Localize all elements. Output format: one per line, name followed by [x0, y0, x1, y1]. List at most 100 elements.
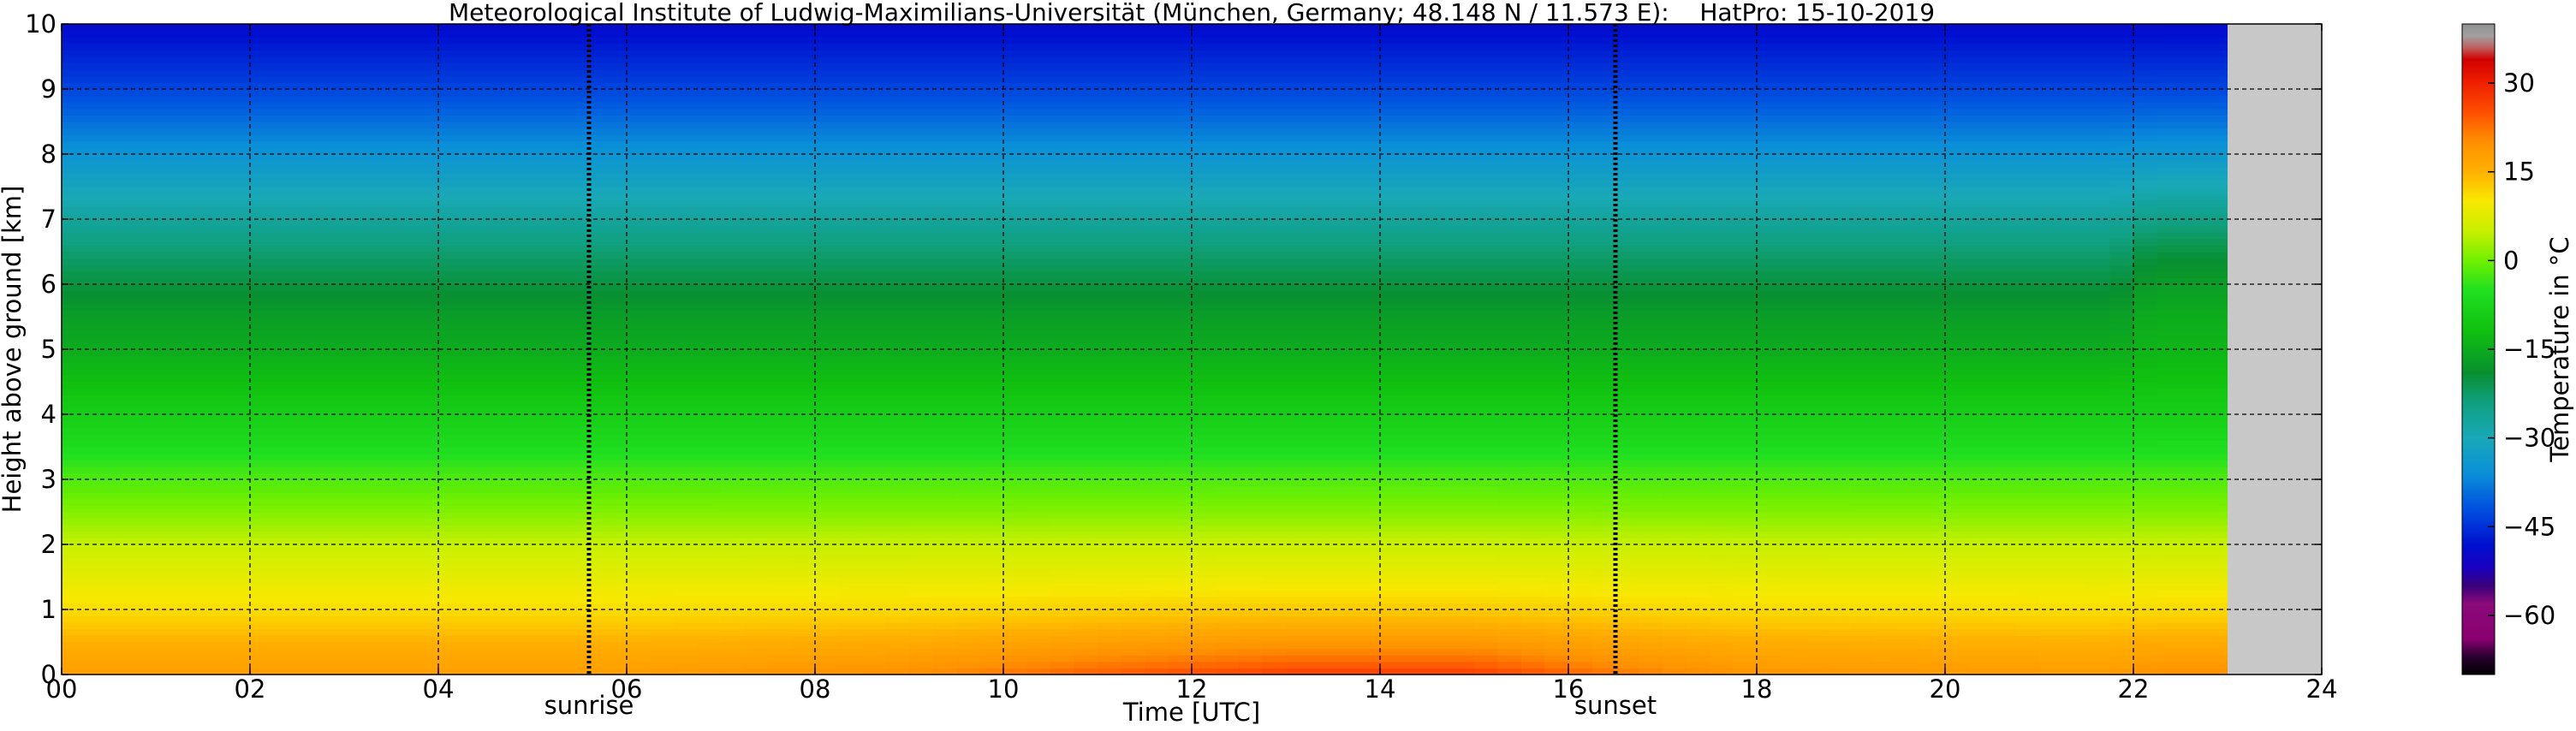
heatmap-cell	[509, 69, 533, 77]
heatmap-cell	[838, 505, 863, 513]
heatmap-cell	[203, 512, 228, 520]
heatmap-cell	[485, 140, 510, 148]
heatmap-cell	[391, 570, 416, 578]
heatmap-cell	[885, 427, 910, 435]
heatmap-cell	[556, 108, 580, 116]
heatmap-cell	[650, 102, 675, 110]
heatmap-cell	[1074, 355, 1098, 363]
heatmap-cell	[627, 154, 651, 162]
heatmap-cell	[132, 388, 157, 395]
heatmap-cell	[320, 570, 345, 578]
heatmap-cell	[815, 62, 840, 70]
heatmap-cell	[1121, 30, 1145, 38]
heatmap-cell	[461, 284, 486, 292]
heatmap-cell	[250, 225, 275, 233]
heatmap-cell	[556, 212, 580, 220]
heatmap-cell	[438, 50, 463, 57]
heatmap-cell	[1215, 557, 1240, 565]
heatmap-cell	[744, 544, 769, 552]
heatmap-cell	[1192, 245, 1217, 253]
heatmap-cell	[744, 401, 769, 408]
heatmap-cell	[979, 453, 1004, 461]
heatmap-cell	[815, 95, 840, 103]
heatmap-cell	[485, 479, 510, 487]
heatmap-cell	[932, 330, 957, 337]
heatmap-cell	[414, 238, 439, 246]
heatmap-cell	[1098, 303, 1122, 311]
heatmap-cell	[838, 187, 863, 194]
heatmap-cell	[815, 362, 840, 370]
heatmap-cell	[862, 303, 887, 311]
heatmap-cell	[580, 323, 604, 330]
heatmap-cell	[485, 583, 510, 591]
heatmap-cell	[744, 102, 769, 110]
heatmap-cell	[674, 336, 699, 343]
heatmap-cell	[250, 433, 275, 441]
heatmap-cell	[791, 368, 816, 376]
heatmap-cell	[603, 115, 628, 122]
heatmap-cell	[391, 531, 416, 538]
heatmap-cell	[273, 193, 298, 200]
heatmap-cell	[132, 317, 157, 324]
heatmap-cell	[1168, 258, 1193, 265]
heatmap-cell	[1145, 128, 1169, 135]
heatmap-cell	[1026, 50, 1051, 57]
heatmap-cell	[509, 642, 533, 650]
heatmap-cell	[132, 544, 157, 552]
heatmap-cell	[109, 395, 134, 402]
heatmap-cell	[721, 75, 746, 83]
heatmap-cell	[344, 525, 369, 532]
heatmap-cell	[1074, 525, 1098, 532]
heatmap-cell	[109, 62, 134, 70]
heatmap-cell	[250, 466, 275, 473]
heatmap-cell	[344, 284, 369, 292]
heatmap-cell	[556, 252, 580, 259]
heatmap-cell	[62, 460, 86, 467]
heatmap-cell	[1003, 349, 1028, 357]
heatmap-cell	[250, 635, 275, 643]
heatmap-cell	[838, 583, 863, 591]
heatmap-cell	[1215, 264, 1240, 272]
heatmap-cell	[1121, 557, 1145, 565]
heatmap-cell	[1192, 69, 1217, 77]
heatmap-cell	[179, 140, 204, 148]
heatmap-cell	[203, 453, 228, 461]
heatmap-cell	[979, 140, 1004, 148]
heatmap-cell	[862, 615, 887, 623]
heatmap-cell	[509, 492, 533, 500]
heatmap-cell	[391, 330, 416, 337]
heatmap-cell	[414, 252, 439, 259]
heatmap-cell	[391, 297, 416, 305]
heatmap-cell	[1121, 498, 1145, 506]
heatmap-cell	[932, 427, 957, 435]
heatmap-cell	[532, 154, 557, 162]
heatmap-cell	[1121, 433, 1145, 441]
heatmap-cell	[344, 95, 369, 103]
heatmap-cell	[885, 596, 910, 603]
heatmap-cell	[62, 388, 86, 395]
heatmap-cell	[391, 43, 416, 51]
heatmap-cell	[627, 50, 651, 57]
heatmap-cell	[580, 440, 604, 448]
heatmap-cell	[179, 270, 204, 278]
heatmap-cell	[627, 401, 651, 408]
heatmap-cell	[909, 56, 934, 64]
heatmap-cell	[391, 485, 416, 493]
heatmap-cell	[156, 453, 181, 461]
heatmap-cell	[885, 102, 910, 110]
heatmap-cell	[697, 219, 722, 227]
heatmap-cell	[1074, 609, 1098, 617]
heatmap-cell	[768, 583, 793, 591]
heatmap-cell	[862, 102, 887, 110]
heatmap-cell	[815, 505, 840, 513]
heatmap-cell	[391, 615, 416, 623]
heatmap-cell	[297, 531, 322, 538]
heatmap-cell	[203, 485, 228, 493]
heatmap-cell	[932, 140, 957, 148]
heatmap-cell	[109, 479, 134, 487]
heatmap-cell	[650, 609, 675, 617]
heatmap-cell	[791, 108, 816, 116]
heatmap-cell	[1192, 89, 1217, 97]
heatmap-cell	[297, 180, 322, 187]
heatmap-cell	[273, 134, 298, 142]
